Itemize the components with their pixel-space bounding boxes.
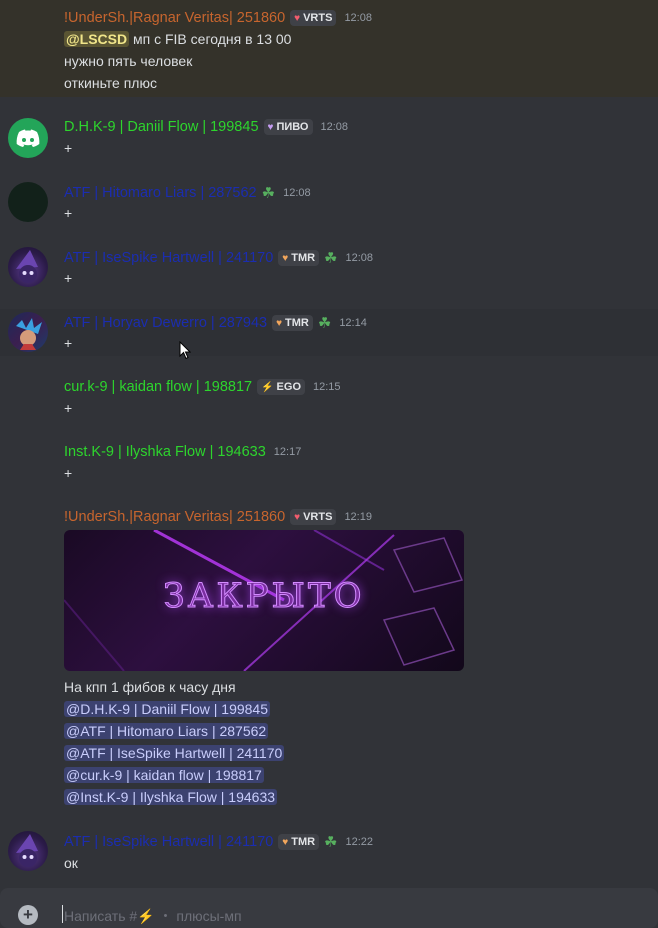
username[interactable]: D.H.K-9 | Daniil Flow | 199845 xyxy=(64,119,259,135)
message-text: нужно пять человек xyxy=(64,53,193,69)
mouse-pointer-icon xyxy=(179,341,191,360)
message-text: откиньте плюс xyxy=(64,75,157,91)
discord-logo-icon xyxy=(16,129,40,147)
role-tag: ♥ ПИВО xyxy=(263,119,313,135)
character-avatar-icon xyxy=(16,318,42,350)
timestamp: 12:17 xyxy=(273,446,302,458)
tag-label: VRTS xyxy=(303,12,333,24)
tag-label: TMR xyxy=(285,317,309,329)
text-caret xyxy=(62,905,63,923)
message-header: Inst.K-9 | Ilyshka Flow | 194633 12:17 xyxy=(64,444,301,460)
heart-icon: ♥ xyxy=(276,317,283,329)
timestamp: 12:15 xyxy=(313,381,341,393)
wizard-avatar-icon xyxy=(16,250,38,283)
message-text: @LSCSD мп с FIB сегодня в 13 00 xyxy=(64,31,291,47)
user-mention[interactable]: @LSCSD xyxy=(64,31,130,47)
message-text: + xyxy=(64,465,73,481)
username[interactable]: cur.k-9 | kaidan flow | 198817 xyxy=(64,379,252,395)
timestamp: 12:08 xyxy=(345,252,374,264)
mention-line: @D.H.K-9 | Daniil Flow | 199845 xyxy=(64,701,271,717)
tag-label: TMR xyxy=(291,836,316,848)
heart-icon: ♥ xyxy=(294,511,301,523)
avatar[interactable] xyxy=(8,247,48,287)
username[interactable]: Inst.K-9 | Ilyshka Flow | 194633 xyxy=(64,444,266,460)
lightning-icon: ⚡ xyxy=(261,381,274,393)
avatar[interactable] xyxy=(8,118,48,158)
user-mention[interactable]: @ATF | IseSpike Hartwell | 241170 xyxy=(64,745,285,761)
message-header: ATF | Horyav Dewerro | 287943 ♥ TMR ☘ 12:… xyxy=(64,314,367,332)
avatar[interactable] xyxy=(8,831,48,871)
mention-line: @ATF | IseSpike Hartwell | 241170 xyxy=(64,745,285,761)
username[interactable]: !UnderSh.|Ragnar Veritas| 251860 xyxy=(64,509,285,525)
message-input[interactable]: Написать #⚡ ・ плюсы-мп xyxy=(64,906,242,926)
role-tag: ♥ TMR xyxy=(278,834,320,850)
timestamp: 12:22 xyxy=(345,836,374,848)
avatar[interactable] xyxy=(8,182,48,222)
clover-icon: ☘ xyxy=(317,315,332,332)
attached-image[interactable]: ЗАКРЫТО xyxy=(64,530,464,671)
user-mention[interactable]: @ATF | Hitomaro Liars | 287562 xyxy=(64,723,269,739)
timestamp: 12:08 xyxy=(344,12,372,24)
message-text: На кпп 1 фибов к часу дня xyxy=(64,679,236,695)
message-highlighted: !UnderSh.|Ragnar Veritas| 251860 ♥ VRTS 1… xyxy=(0,0,658,97)
user-mention[interactable]: @cur.k-9 | kaidan flow | 198817 xyxy=(64,767,264,783)
username[interactable]: ATF | Horyav Dewerro | 287943 xyxy=(64,315,267,331)
role-tag: ♥ VRTS xyxy=(290,10,337,26)
text-fragment: мп с FIB сегодня в 13 00 xyxy=(129,31,292,47)
message-header: ATF | IseSpike Hartwell | 241170 ♥ TMR ☘ … xyxy=(64,249,373,267)
user-mention[interactable]: @Inst.K-9 | Ilyshka Flow | 194633 xyxy=(64,789,278,805)
avatar[interactable] xyxy=(8,312,48,352)
timestamp: 12:14 xyxy=(339,317,367,329)
message-text: ок xyxy=(64,855,78,871)
message-header: cur.k-9 | kaidan flow | 198817 ⚡ EGO 12:1… xyxy=(64,379,341,395)
timestamp: 12:08 xyxy=(283,187,311,199)
timestamp: 12:08 xyxy=(320,121,349,133)
message-header: ATF | IseSpike Hartwell | 241170 ♥ TMR ☘ … xyxy=(64,833,373,851)
username[interactable]: !UnderSh.|Ragnar Veritas| 251860 xyxy=(64,10,285,26)
mention-line: @Inst.K-9 | Ilyshka Flow | 194633 xyxy=(64,789,278,805)
role-tag: ♥ TMR xyxy=(272,315,313,331)
clover-icon: ☘ xyxy=(324,250,338,267)
message-header: D.H.K-9 | Daniil Flow | 199845 ♥ ПИВО 12:… xyxy=(64,119,348,135)
username[interactable]: ATF | IseSpike Hartwell | 241170 xyxy=(64,834,273,850)
tag-label: TMR xyxy=(291,252,316,264)
tag-label: EGO xyxy=(276,381,301,393)
message-header: !UnderSh.|Ragnar Veritas| 251860 ♥ VRTS 1… xyxy=(64,509,372,525)
wizard-avatar-icon xyxy=(16,834,38,867)
timestamp: 12:19 xyxy=(344,511,372,523)
tag-label: VRTS xyxy=(303,511,333,523)
message-text: + xyxy=(64,400,73,416)
username[interactable]: ATF | IseSpike Hartwell | 241170 xyxy=(64,250,273,266)
message-text: + xyxy=(64,270,73,286)
role-tag: ♥ VRTS xyxy=(290,509,337,525)
heart-icon: ♥ xyxy=(294,12,301,24)
clover-icon: ☘ xyxy=(324,834,338,851)
role-tag: ♥ TMR xyxy=(278,250,320,266)
message-input-bar[interactable]: + Написать #⚡ ・ плюсы-мп xyxy=(0,888,658,928)
mention-line: @ATF | Hitomaro Liars | 287562 xyxy=(64,723,269,739)
username[interactable]: ATF | Hitomaro Liars | 287562 xyxy=(64,185,257,201)
heart-icon: ♥ xyxy=(282,252,289,264)
heart-icon: ♥ xyxy=(282,836,289,848)
message-text: + xyxy=(64,140,73,156)
image-caption-text: ЗАКРЫТО xyxy=(163,576,365,617)
user-mention[interactable]: @D.H.K-9 | Daniil Flow | 199845 xyxy=(64,701,271,717)
mention-line: @cur.k-9 | kaidan flow | 198817 xyxy=(64,767,264,783)
message-text: + xyxy=(64,205,73,221)
add-attachment-icon[interactable]: + xyxy=(18,905,38,925)
role-tag: ⚡ EGO xyxy=(257,379,305,395)
heart-icon: ♥ xyxy=(267,121,274,133)
message-text: + xyxy=(64,335,73,351)
tag-label: ПИВО xyxy=(276,121,309,133)
clover-icon: ☘ xyxy=(261,185,276,202)
message-header: ATF | Hitomaro Liars | 287562 ☘ 12:08 xyxy=(64,184,311,202)
message-header: !UnderSh.|Ragnar Veritas| 251860 ♥ VRTS 1… xyxy=(64,10,372,26)
